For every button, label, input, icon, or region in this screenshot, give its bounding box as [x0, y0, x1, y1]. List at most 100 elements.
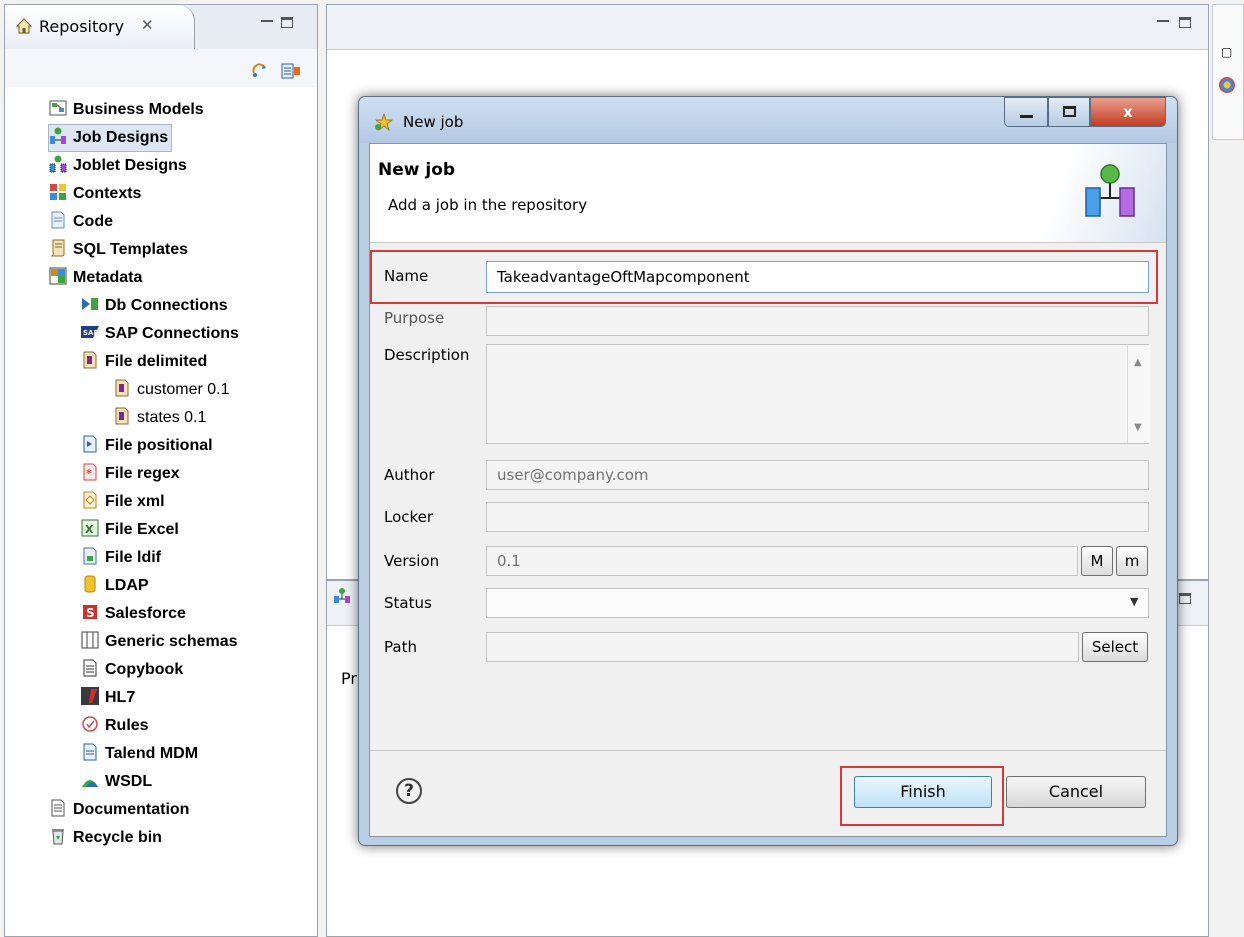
tree-item[interactable]: Db Connections [81, 293, 228, 319]
tree-item[interactable]: Rules [81, 713, 149, 739]
job-designs-icon[interactable] [333, 587, 351, 605]
maximize-icon [1063, 106, 1076, 117]
tree-item[interactable]: HL7 [81, 685, 135, 711]
sql-templates-icon [49, 239, 67, 257]
close-icon[interactable]: ✕ [141, 16, 154, 34]
job-designs-icon [49, 127, 67, 145]
tree-item[interactable]: Metadata [49, 265, 142, 291]
tree-item-label: Db Connections [105, 297, 228, 314]
tree-item[interactable]: WSDL [81, 769, 152, 795]
tree-item-label: customer 0.1 [137, 381, 230, 398]
recycle-bin-icon [49, 827, 67, 845]
tree-item[interactable]: File xml [81, 489, 165, 515]
maximize-icon[interactable] [1179, 17, 1191, 28]
repository-tab-label: Repository [39, 17, 125, 36]
file-delimited-icon [81, 351, 99, 369]
svg-text:X: X [85, 523, 94, 536]
version-label: Version [384, 552, 440, 570]
tree-item[interactable]: customer 0.1 [113, 377, 229, 403]
tree-item-label: File delimited [105, 353, 208, 370]
refresh-icon[interactable] [251, 63, 269, 79]
tree-item[interactable]: Contexts [49, 181, 141, 207]
rules-icon [81, 715, 99, 733]
tree-item-label: LDAP [105, 577, 149, 594]
restore-icon[interactable]: ▢ [1221, 45, 1232, 59]
tree-item[interactable]: Copybook [81, 657, 183, 683]
tree-item[interactable]: Talend MDM [81, 741, 198, 767]
hl7-icon [81, 687, 99, 705]
description-scrollbar[interactable]: ▲ ▼ [1127, 345, 1150, 443]
tree-item[interactable]: SAP SAP Connections [81, 321, 239, 347]
tree-item-label: Business Models [73, 101, 204, 118]
generic-schemas-icon [81, 631, 99, 649]
purpose-label: Purpose [384, 309, 445, 327]
status-select[interactable] [486, 588, 1149, 618]
tree-item[interactable]: File delimited [81, 349, 207, 375]
tree-item-label: File regex [105, 465, 180, 482]
header-title: New job [378, 160, 456, 180]
tree-item-label: Contexts [73, 185, 142, 202]
tree-item[interactable]: Business Models [49, 97, 204, 123]
minimize-icon[interactable] [261, 20, 273, 22]
tree-item[interactable]: states 0.1 [113, 405, 206, 431]
footer-divider [370, 750, 1166, 751]
name-label: Name [384, 267, 429, 285]
tree-item[interactable]: File positional [81, 433, 213, 459]
maximize-icon[interactable] [281, 17, 293, 28]
major-version-button[interactable]: M [1081, 546, 1113, 576]
tree-item[interactable]: X File Excel [81, 517, 179, 543]
minimize-button[interactable] [1004, 97, 1048, 127]
finish-button[interactable]: Finish [854, 776, 992, 808]
tree-item[interactable]: LDAP [81, 573, 149, 599]
chevron-down-icon[interactable]: ▼ [1130, 595, 1138, 608]
file-delimited-icon [113, 407, 131, 425]
editor-tabbar [327, 5, 1208, 50]
metadata-icon [49, 267, 67, 285]
job-designs-icon [1084, 164, 1136, 220]
db-connections-icon [81, 295, 99, 313]
name-input[interactable] [486, 261, 1149, 293]
tree-item[interactable]: Recycle bin [49, 825, 162, 851]
author-label: Author [384, 466, 435, 484]
view-menu-icon[interactable] [281, 63, 301, 79]
select-path-button[interactable]: Select [1082, 632, 1148, 662]
tree-item[interactable]: Joblet Designs [49, 153, 187, 179]
tree-item-label: File positional [105, 437, 213, 454]
cancel-button[interactable]: Cancel [1006, 776, 1146, 808]
purpose-input[interactable] [486, 306, 1149, 336]
minimize-icon [1020, 115, 1033, 118]
tree-item-label: File ldif [105, 549, 161, 566]
maximize-button[interactable] [1048, 97, 1090, 127]
palette-icon[interactable] [1219, 77, 1235, 93]
tree-item[interactable]: File ldif [81, 545, 161, 571]
tree-item[interactable]: * File regex [81, 461, 180, 487]
tree-item[interactable]: Code [49, 209, 113, 235]
scroll-down-icon[interactable]: ▼ [1134, 422, 1142, 433]
svg-text:*: * [86, 467, 92, 480]
author-input[interactable]: user@company.com [486, 460, 1149, 490]
minimize-icon[interactable] [1157, 20, 1169, 22]
tree-item[interactable]: Job Designs [48, 124, 173, 152]
dialog-titlebar[interactable]: New job x [359, 97, 1177, 143]
tree-item-label: Recycle bin [73, 829, 162, 846]
locker-label: Locker [384, 508, 434, 526]
path-label: Path [384, 638, 417, 656]
svg-text:SAP: SAP [83, 329, 99, 337]
scroll-up-icon[interactable]: ▲ [1134, 357, 1142, 368]
file-delimited-icon [113, 379, 131, 397]
tree-item-label: states 0.1 [137, 409, 207, 426]
close-button[interactable]: x [1090, 97, 1166, 127]
repository-tab[interactable]: Repository ✕ [5, 5, 195, 49]
right-toolbar-strip: ▢ [1212, 4, 1244, 140]
repository-home-icon [15, 17, 33, 35]
tree-item[interactable]: S Salesforce [81, 601, 186, 627]
tree-item[interactable]: SQL Templates [49, 237, 188, 263]
tree-item[interactable]: Documentation [49, 797, 189, 823]
locker-input[interactable] [486, 502, 1149, 532]
description-textarea[interactable] [486, 344, 1149, 444]
minor-version-button[interactable]: m [1116, 546, 1148, 576]
tree-item[interactable]: Generic schemas [81, 629, 238, 655]
help-icon[interactable]: ? [396, 778, 422, 804]
maximize-icon[interactable] [1179, 593, 1191, 604]
tree-item-label: Copybook [105, 661, 184, 678]
